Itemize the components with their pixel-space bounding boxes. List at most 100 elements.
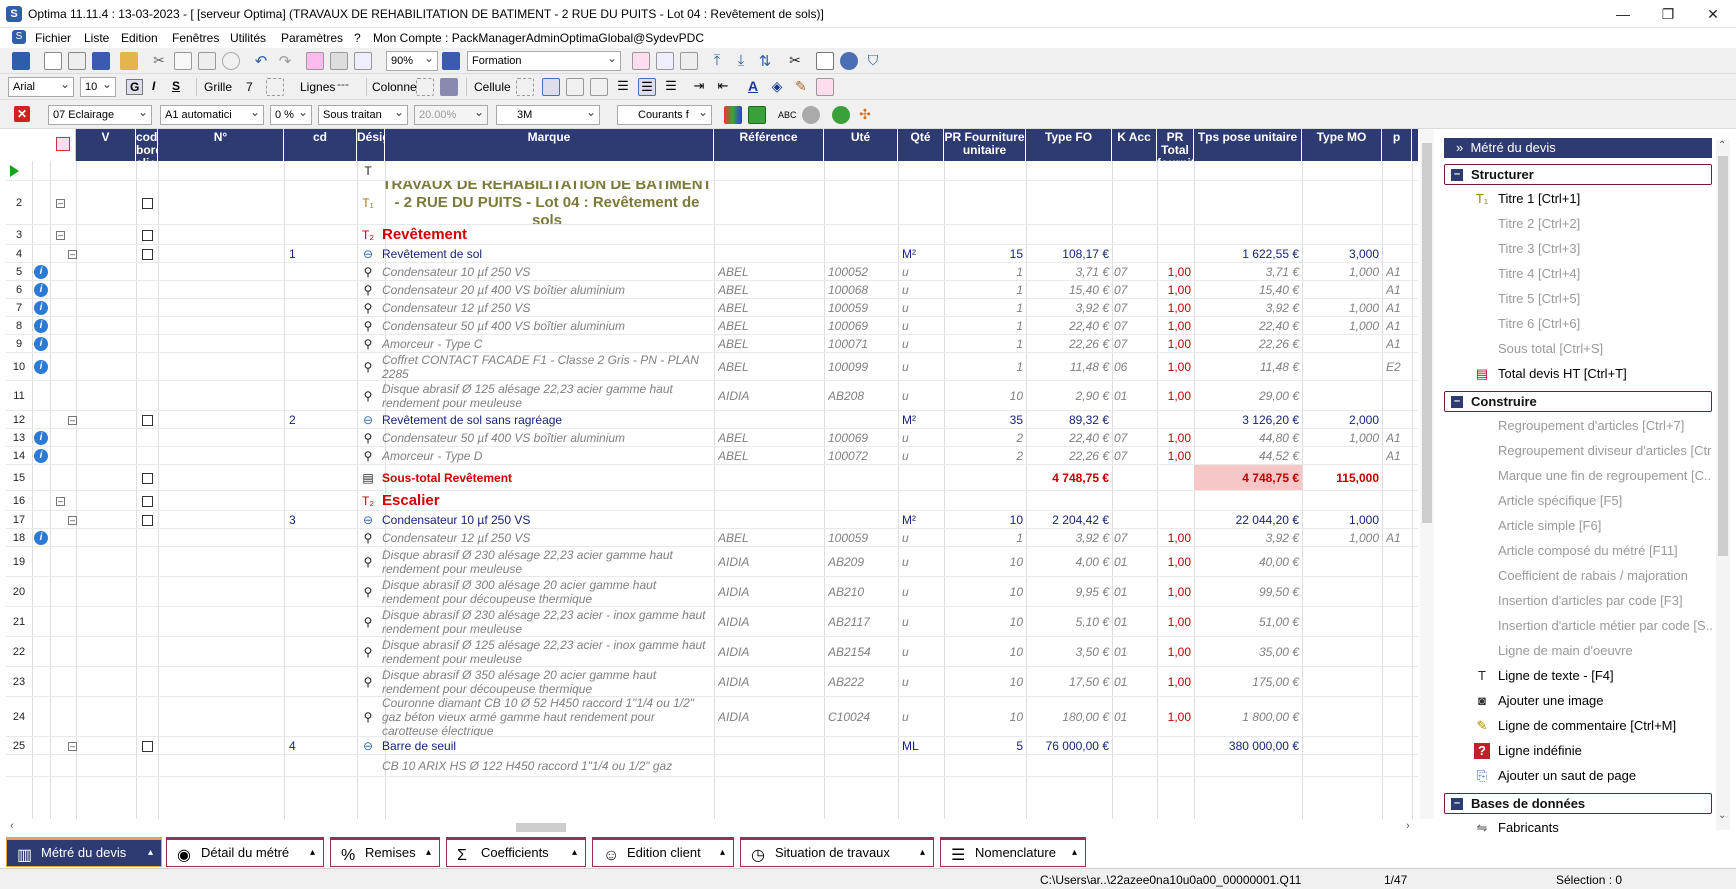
validate-checkbox[interactable]: [142, 740, 153, 752]
table-row[interactable]: 20 ⚲ Disque abrasif Ø 300 alésage 20 acier…: [6, 577, 1418, 607]
grid-scroll-thumb[interactable]: [1422, 143, 1432, 523]
sous-traitance-select[interactable]: Sous traitan: [318, 105, 408, 125]
restore-button[interactable]: ❐: [1645, 0, 1691, 28]
panel-scroll-up-icon[interactable]: ⌃: [1718, 140, 1726, 151]
panel-item[interactable]: Article spécifique [F5]: [1498, 493, 1622, 508]
column-header-qte[interactable]: PR Fourniture unitaire: [944, 129, 1026, 161]
table-row[interactable]: 12 – 2 ⊖ Revêtement de sol sans ragréage M² 35…: [6, 411, 1418, 429]
column-header-pu[interactable]: Type FO: [1026, 129, 1112, 161]
panel-item[interactable]: Ligne de texte - [F4]: [1498, 668, 1614, 683]
table-row[interactable]: 18 i ⚲ Condensateur 12 µf 250 VS ABEL 100059 u…: [6, 529, 1418, 547]
table-row[interactable]: 7 i ⚲ Condensateur 12 µf 250 VS ABEL 100059 u 1…: [6, 299, 1418, 317]
validate-checkbox[interactable]: [142, 514, 153, 526]
column-header-des[interactable]: Marque: [385, 129, 714, 161]
copy-doc-icon[interactable]: [68, 52, 86, 70]
column-header-p[interactable]: [1412, 129, 1418, 161]
info-icon[interactable]: i: [34, 265, 48, 279]
panel-item[interactable]: Titre 5 [Ctrl+5]: [1498, 291, 1580, 306]
menu-liste[interactable]: Liste: [84, 31, 109, 45]
border-bottom-icon[interactable]: [590, 78, 608, 96]
line-style-icon[interactable]: ---: [337, 77, 349, 91]
lignes-label[interactable]: Lignes: [300, 80, 335, 94]
section-collapse-icon[interactable]: –: [1451, 169, 1463, 181]
table-row[interactable]: 11 ⚲ Disque abrasif Ø 125 alésage 22,23 ac…: [6, 381, 1418, 411]
percent-select[interactable]: 0 %: [270, 105, 312, 125]
copy-icon[interactable]: [174, 52, 192, 70]
grid-view-icon[interactable]: [632, 52, 650, 70]
table-row[interactable]: 22 ⚲ Disque abrasif Ø 125 alésage 22,23 ac…: [6, 637, 1418, 667]
tree-collapse-icon[interactable]: –: [68, 415, 77, 425]
mo-select[interactable]: A1 automatici: [160, 105, 264, 125]
column-header-v[interactable]: code bordereau client: [136, 129, 158, 161]
courants-select[interactable]: Courants f: [617, 105, 712, 125]
table-row[interactable]: 17 – 3 ⊖ Condensateur 10 µf 250 VS M² 10 2 204,…: [6, 511, 1418, 529]
panel-item[interactable]: Titre 4 [Ctrl+4]: [1498, 266, 1580, 281]
menu-edition[interactable]: Edition: [121, 31, 158, 45]
tab-2[interactable]: % Remises ▴: [330, 837, 440, 867]
panel-item[interactable]: Regroupement d'articles [Ctrl+7]: [1498, 418, 1684, 433]
font-color-icon[interactable]: A: [744, 78, 762, 96]
font-select[interactable]: Arial: [8, 77, 74, 97]
panel-item[interactable]: Article simple [F6]: [1498, 518, 1601, 533]
table-row[interactable]: 14 i ⚲ Amorceur - Type D ABEL 100072 u 2 22,26 €…: [6, 447, 1418, 465]
table-row[interactable]: 9 i ⚲ Amorceur - Type C ABEL 100071 u 1 22,26 € 0…: [6, 335, 1418, 353]
panel-section[interactable]: – Construire: [1444, 391, 1712, 412]
sync-icon[interactable]: [840, 52, 858, 70]
panel-item[interactable]: Titre 3 [Ctrl+3]: [1498, 241, 1580, 256]
menu-parametres[interactable]: Paramètres: [281, 31, 343, 45]
column-header-k[interactable]: PR Total fourniture: [1157, 129, 1194, 161]
tools-icon[interactable]: ✂: [786, 52, 804, 70]
align-left-icon[interactable]: ☰: [614, 78, 632, 96]
tab-caret-icon[interactable]: ▴: [148, 840, 153, 866]
info-icon[interactable]: i: [34, 337, 48, 351]
tab-5[interactable]: ◷ Situation de travaux ▴: [740, 837, 934, 867]
align-center-icon[interactable]: ☰: [638, 78, 656, 96]
table-row[interactable]: 8 i ⚲ Condensateur 50 µf 400 VS boîtier alu…: [6, 317, 1418, 335]
info-icon[interactable]: i: [34, 360, 48, 374]
save-icon[interactable]: [92, 52, 110, 70]
gear-disabled-icon[interactable]: [802, 106, 820, 124]
tree-collapse-icon[interactable]: –: [56, 496, 65, 506]
menu-account[interactable]: Mon Compte : PackManagerAdminOptimaGloba…: [373, 31, 704, 45]
column-header-tfo[interactable]: K Acc: [1112, 129, 1157, 161]
tab-1[interactable]: ◉ Détail du métré ▴: [166, 837, 324, 867]
table-row[interactable]: 23 ⚲ Disque abrasif Ø 350 alésage 20 acier…: [6, 667, 1418, 697]
panel-item[interactable]: Total devis HT [Ctrl+T]: [1498, 366, 1627, 381]
table-row[interactable]: CB 10 ARIX HS Ø 122 H450 raccord 1"1/4 o…: [6, 755, 1418, 777]
tree-collapse-icon[interactable]: –: [56, 230, 65, 240]
menu-fenetres[interactable]: Fenêtres: [172, 31, 219, 45]
info-icon[interactable]: i: [34, 531, 48, 545]
tab-caret-icon[interactable]: ▴: [720, 840, 725, 866]
tree-collapse-icon[interactable]: –: [56, 198, 65, 208]
network-icon[interactable]: ✣: [856, 106, 874, 124]
minimize-button[interactable]: —: [1600, 0, 1646, 28]
clear-format-icon[interactable]: [816, 78, 834, 96]
table-row[interactable]: 4 – 1 ⊖ Revêtement de sol M² 15 108,17 € 1 622,5…: [6, 245, 1418, 263]
tab-6[interactable]: ☰ Nomenclature ▴: [940, 837, 1086, 867]
cellule-label[interactable]: Cellule: [474, 80, 511, 94]
column-color-icon[interactable]: [440, 78, 458, 96]
table-row[interactable]: T: [6, 161, 1418, 181]
panel-item[interactable]: Ligne de main d'oeuvre: [1498, 643, 1633, 658]
info-icon[interactable]: i: [34, 283, 48, 297]
move-top-icon[interactable]: ⤒: [708, 52, 726, 70]
grid-lines-icon[interactable]: [266, 78, 284, 96]
panel-item[interactable]: Ajouter une image: [1498, 693, 1604, 708]
column-header-cd[interactable]: Désignation: [357, 129, 385, 161]
font-size-select[interactable]: 10: [80, 77, 116, 97]
table-row[interactable]: 21 ⚲ Disque abrasif Ø 230 alésage 22,23 ac…: [6, 607, 1418, 637]
table-row[interactable]: 2 – T₁ TRAVAUX DE REHABILITATION DE BATIMEN…: [6, 181, 1418, 225]
spellcheck-icon[interactable]: ABC: [778, 106, 797, 124]
validate-checkbox[interactable]: [142, 472, 153, 484]
panel-item[interactable]: Titre 1 [Ctrl+1]: [1498, 191, 1580, 206]
column-lines-icon[interactable]: [416, 78, 434, 96]
close-button[interactable]: ✕: [1690, 0, 1736, 28]
panel-item[interactable]: Insertion d'article métier par code [S..…: [1498, 618, 1712, 633]
column-header-code[interactable]: N°: [158, 129, 284, 161]
tree-collapse-icon[interactable]: –: [68, 249, 77, 259]
cut-icon[interactable]: ✂: [150, 52, 168, 70]
italic-button[interactable]: I: [152, 79, 155, 93]
align-justify-icon[interactable]: ☰: [662, 78, 680, 96]
new-doc-icon[interactable]: [44, 52, 62, 70]
table-row[interactable]: 10 i ⚲ Coffret CONTACT FACADE F1 - Classe 2…: [6, 353, 1418, 381]
